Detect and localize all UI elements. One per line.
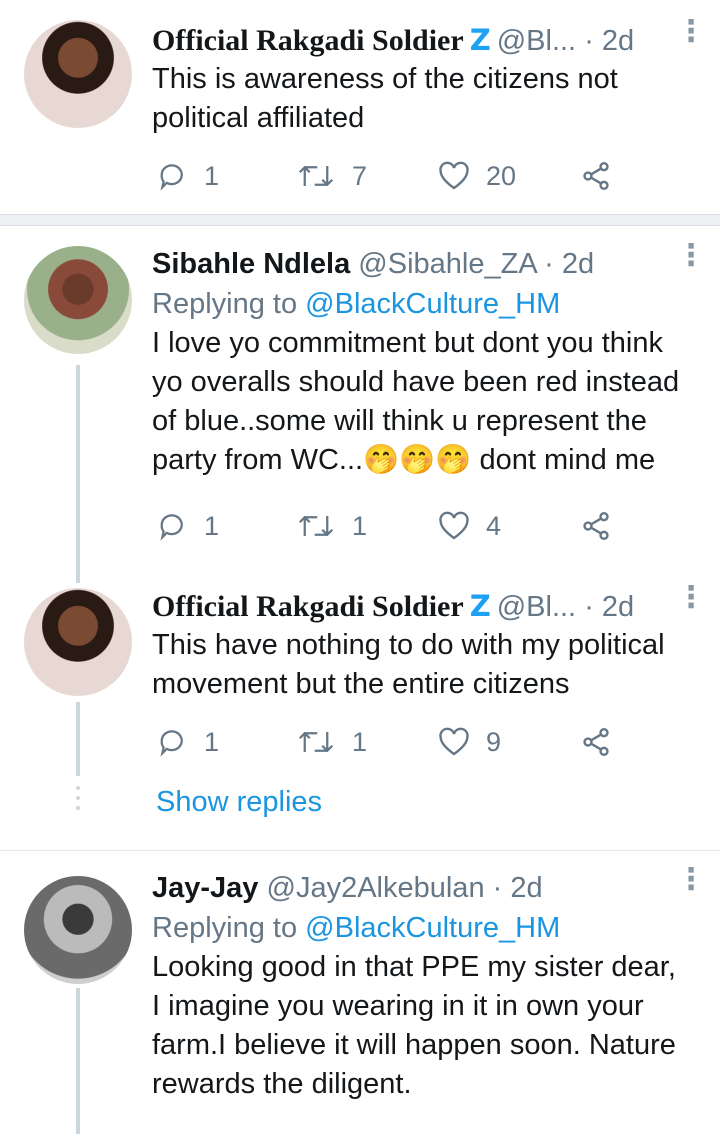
user-handle[interactable]: @Bl... [497,591,576,623]
share-icon [583,162,609,190]
reply-button[interactable]: 1 [158,506,219,546]
reply-count: 1 [204,726,220,757]
share-button[interactable] [580,156,612,196]
more-options-icon[interactable]: ⋮ [676,865,706,895]
conversation-divider [0,850,720,851]
action-bar: 1 1 4 [152,506,632,546]
tweet-text-line: I imagine you wearing in it in own your [152,990,644,1022]
tweet-text-line: This have nothing to do with my politica… [152,629,665,661]
tweet-text-line: farm.I believe it will happen soon. Natu… [152,1029,676,1061]
show-replies-link[interactable]: Show replies [156,786,322,819]
share-icon [583,728,609,756]
heart-icon [439,161,469,190]
action-bar: 1 1 9 [152,722,632,762]
share-icon [583,512,609,540]
mention-link[interactable]: @BlackCulture_HM [305,288,560,320]
like-button[interactable]: 20 [438,156,516,196]
more-options-icon[interactable]: ⋮ [676,241,706,271]
separator-dot: · [584,25,594,57]
like-count: 4 [486,510,502,541]
thread-connector-line [76,988,80,1134]
like-count: 20 [486,160,517,191]
timestamp[interactable]: 2d [602,591,634,623]
reply-count: 1 [204,510,220,541]
thread-more-dots-icon [76,786,80,816]
replying-prefix: Replying to [152,288,298,320]
heart-icon [439,511,469,540]
mention-link[interactable]: @BlackCulture_HM [305,912,560,944]
avatar[interactable] [24,246,132,354]
retweet-count: 1 [352,726,368,757]
user-handle[interactable]: @Sibahle_ZA [358,248,536,280]
retweet-button[interactable]: 7 [296,156,367,196]
avatar[interactable] [24,588,132,696]
separator-dot: · [544,248,554,280]
tweet-text: I love yo commitment but dont you think … [152,324,696,480]
verified-badge-icon: Z [469,589,491,623]
display-name[interactable]: Official Rakgadi Soldier [152,24,464,57]
tweet-text-line: Looking good in that PPE my sister dear, [152,951,676,983]
like-button[interactable]: 4 [438,506,501,546]
avatar[interactable] [24,876,132,984]
separator-dot: · [492,872,503,904]
retweet-button[interactable]: 1 [296,506,367,546]
timestamp[interactable]: 2d [602,25,634,57]
reply-button[interactable]: 1 [158,722,219,762]
avatar[interactable] [24,20,132,128]
timestamp[interactable]: 2d [510,872,542,904]
tweet-text-line: rewards the diligent. [152,1068,412,1100]
tweet-text-line: party from WC...🤭🤭🤭 dont mind me [152,444,656,476]
tweet-header: Jay-Jay @Jay2Alkebulan · 2d [152,868,696,908]
display-name[interactable]: Sibahle Ndlela [152,248,350,280]
user-handle[interactable]: @Jay2Alkebulan [267,872,485,904]
verified-badge-icon: Z [469,23,491,57]
tweet-text-line: political affiliated [152,102,365,134]
share-button[interactable] [580,506,612,546]
reply-count: 1 [204,160,220,191]
share-button[interactable] [580,722,612,762]
replying-prefix: Replying to [152,912,298,944]
heart-icon [439,727,469,756]
tweet-text: Looking good in that PPE my sister dear,… [152,948,696,1104]
tweet-text: This is awareness of the citizens not po… [152,60,696,138]
retweet-button[interactable]: 1 [296,722,367,762]
thread-connector-line [76,365,80,583]
reply-bubble-icon [160,514,183,541]
tweet-text: This have nothing to do with my politica… [152,626,696,704]
reply-button[interactable]: 1 [158,156,219,196]
tweet-header: Sibahle Ndlela @Sibahle_ZA · 2d [152,244,696,284]
retweet-icon [298,731,334,753]
tweet-text-line: This is awareness of the citizens not [152,63,618,95]
more-options-icon[interactable]: ⋮ [676,17,706,47]
retweet-icon [298,515,334,537]
more-options-icon[interactable]: ⋮ [676,583,706,613]
display-name[interactable]: Jay-Jay [152,872,258,904]
reply-bubble-icon [160,164,183,191]
replying-to: Replying to @BlackCulture_HM [152,908,696,948]
conversation-divider [0,214,720,226]
like-button[interactable]: 9 [438,722,501,762]
like-count: 9 [486,726,502,757]
tweet-header: Official Rakgadi Soldier Z @Bl... · 2d [152,20,696,60]
tweet-text-line: I love yo commitment but dont you think [152,327,663,359]
display-name[interactable]: Official Rakgadi Soldier [152,590,464,623]
tweet-text-line: of blue..some will think u represent the [152,405,647,437]
retweet-count: 7 [352,160,368,191]
user-handle[interactable]: @Bl... [497,25,576,57]
retweet-count: 1 [352,510,368,541]
tweet-header: Official Rakgadi Soldier Z @Bl... · 2d [152,586,696,626]
thread-connector-line [76,702,80,776]
separator-dot: · [584,591,594,623]
timestamp[interactable]: 2d [562,248,594,280]
tweet-text-line: yo overalls should have been red instead [152,366,680,398]
retweet-icon [298,165,334,187]
tweet-text-line: movement but the entire citizens [152,668,570,700]
reply-bubble-icon [160,730,183,757]
replying-to: Replying to @BlackCulture_HM [152,284,696,324]
action-bar: 1 7 20 [152,156,632,196]
